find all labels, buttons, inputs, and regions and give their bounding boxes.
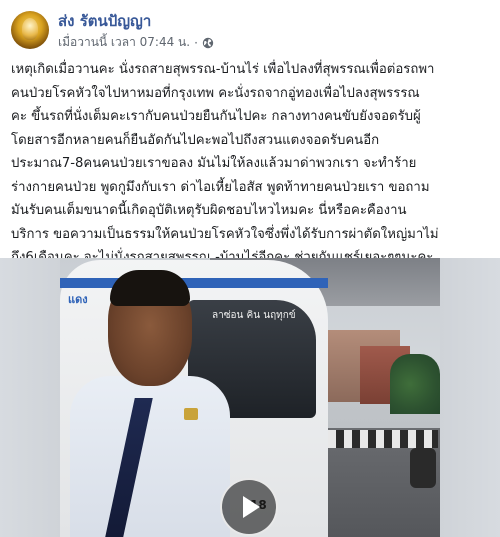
scene-trees: [390, 354, 440, 414]
author-name[interactable]: ส่ง รัตนปัญญา: [58, 9, 151, 33]
post-body-line: ประมาณ7-8คนคนป่วยเราขอลง มันไม่ให้ลงแล้ว…: [11, 156, 417, 171]
avatar-image: [22, 18, 38, 40]
scene-road-barrier: [328, 430, 438, 448]
van-stripe: [60, 278, 328, 288]
video-letterbox-right: [440, 258, 500, 537]
meta-separator: ·: [194, 35, 198, 50]
author-avatar[interactable]: [11, 11, 49, 49]
post-body-line: บริการ ขอความเป็นธรรมให้คนป่วยโรคหัวใจซึ…: [11, 226, 439, 242]
post-body-line: คะ ขึ้นรถที่นั่งเต็มคะเรากับคนป่วยยืนกัน…: [11, 109, 421, 124]
video-container[interactable]: แดง ลาซ่อน คิน นฤทุกข์ 18: [0, 258, 500, 537]
post-timestamp[interactable]: เมื่อวานนี้ เวลา 07:44 น.: [58, 33, 190, 52]
post-body-line: เหตุเกิดเมื่อวานคะ นั่งรถสายสุพรรณ-บ้านไ…: [11, 62, 435, 77]
post-body: เหตุเกิดเมื่อวานคะ นั่งรถสายสุพรรณ-บ้านไ…: [11, 58, 491, 270]
person-badge: [184, 408, 198, 420]
scene-motorbike: [410, 448, 436, 488]
post-body-line: มันรับคนเต็มขนาดนี้เกิดอุบัติเหตุรับผิดช…: [11, 203, 407, 218]
post-body-line: ร่างกายคนป่วย พูดกูมึงกับเรา ด่าไอเหี้ยไ…: [11, 179, 430, 195]
video-letterbox-left: [0, 258, 60, 537]
play-button[interactable]: [220, 478, 278, 536]
post-body-line: คนป่วยโรคหัวใจไปหาหมอที่กรุงเทพ คะนั่งรถ…: [11, 85, 420, 101]
post-header: ส่ง รัตนปัญญา เมื่อวานนี้ เวลา 07:44 น. …: [0, 0, 500, 56]
post-body-line: โดยสารอีกหลายคนก็ยืนอัดกันไปคะพอไปถึงสวน…: [11, 132, 380, 148]
play-icon: [243, 496, 260, 518]
person-hair: [110, 270, 190, 306]
post-meta: เมื่อวานนี้ เวลา 07:44 น. ·: [58, 33, 214, 52]
facebook-post: ส่ง รัตนปัญญา เมื่อวานนี้ เวลา 07:44 น. …: [0, 0, 500, 537]
van-brand-text: แดง: [68, 293, 88, 306]
van-sign-text: ลาซ่อน คิน นฤทุกข์: [212, 310, 296, 321]
globe-icon[interactable]: [202, 37, 214, 49]
